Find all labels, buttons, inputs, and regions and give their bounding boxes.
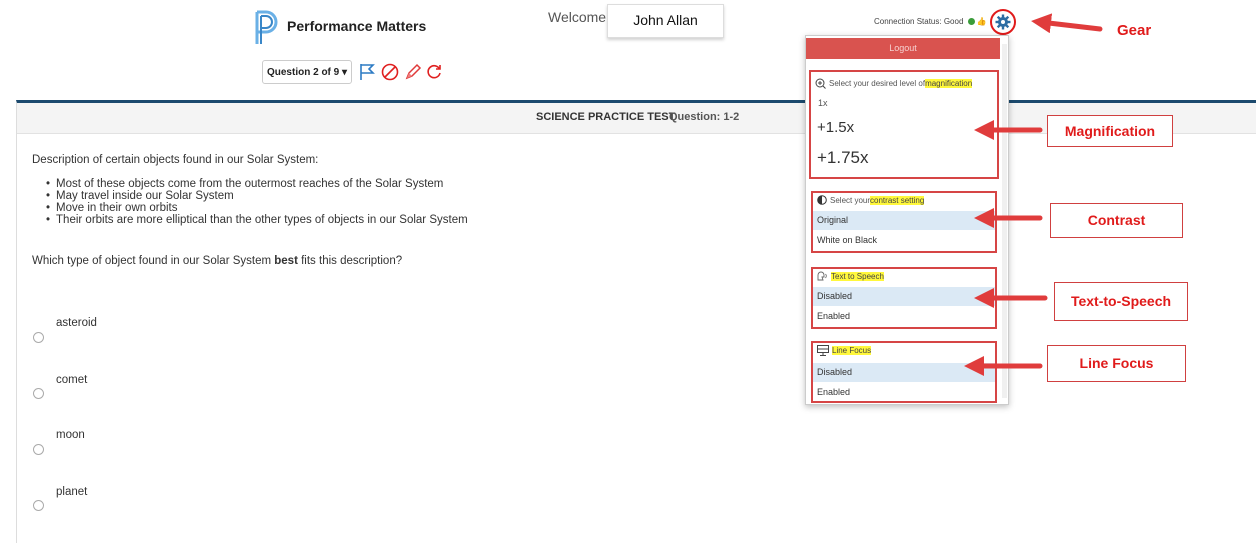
annotation-tts: Text-to-Speech	[1054, 282, 1188, 321]
annotation-contrast: Contrast	[1050, 203, 1183, 238]
annotation-gear: Gear	[1117, 22, 1152, 39]
annotation-magnification: Magnification	[1047, 115, 1173, 147]
arrow-gear	[1031, 13, 1103, 34]
annotation-line-focus: Line Focus	[1047, 345, 1186, 382]
annotation-arrows	[964, 13, 1103, 376]
